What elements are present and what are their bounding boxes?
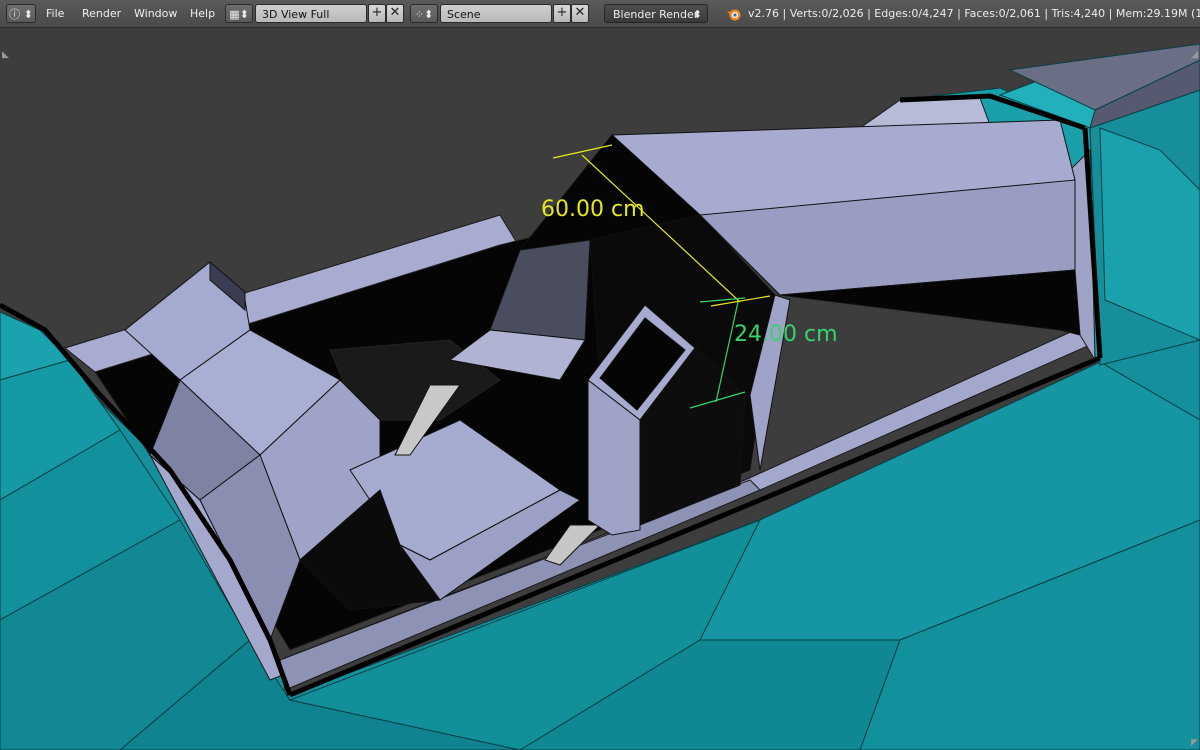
plus-icon: +	[556, 5, 568, 20]
delete-screen-button[interactable]: ✕	[386, 4, 404, 23]
plus-icon: +	[371, 5, 383, 20]
close-icon: ✕	[389, 5, 401, 20]
measurement-label-60: 60.00 cm	[541, 197, 645, 222]
add-scene-button[interactable]: +	[553, 4, 571, 23]
menu-file[interactable]: File	[40, 4, 70, 23]
area-split-widget-top-left[interactable]: ◣	[2, 50, 9, 60]
menu-help[interactable]: Help	[184, 4, 221, 23]
menu-render[interactable]: Render	[76, 4, 127, 23]
info-header: ⓘ ⬍ File Render Window Help ▦⬍ 3D View F…	[0, 0, 1200, 28]
scene-icon: ⁘⬍	[414, 8, 434, 21]
screen-layout-selector[interactable]: ▦⬍	[225, 4, 253, 23]
editor-type-selector[interactable]: ⓘ ⬍	[6, 4, 36, 23]
scene-selector[interactable]: ⁘⬍	[410, 4, 438, 23]
area-split-widget-top-right[interactable]: ◢	[1191, 50, 1198, 60]
layout-icon: ▦⬍	[229, 8, 249, 21]
menu-window[interactable]: Window	[128, 4, 183, 23]
scene-field[interactable]: Scene	[440, 4, 552, 23]
delete-scene-button[interactable]: ✕	[571, 4, 589, 23]
blender-logo-icon	[727, 9, 741, 21]
measurement-label-24: 24.00 cm	[734, 322, 838, 347]
viewport-canvas[interactable]: 60.00 cm 24.00 cm	[0, 28, 1200, 750]
chevron-updown-icon: ⬍	[692, 8, 702, 21]
screen-layout-field[interactable]: 3D View Full	[255, 4, 367, 23]
close-icon: ✕	[574, 5, 586, 20]
add-screen-button[interactable]: +	[368, 4, 386, 23]
area-split-widget-bottom-right[interactable]: ◤	[1191, 738, 1198, 748]
scene-statistics: v2.76 | Verts:0/2,026 | Edges:0/4,247 | …	[748, 7, 1200, 20]
render-engine-dropdown[interactable]: Blender Render ⬍	[604, 4, 708, 23]
3d-viewport[interactable]: 60.00 cm 24.00 cm ◣ ◢ ◤	[0, 28, 1200, 750]
render-engine-label: Blender Render	[613, 8, 699, 21]
info-icon: ⓘ ⬍	[9, 8, 33, 21]
